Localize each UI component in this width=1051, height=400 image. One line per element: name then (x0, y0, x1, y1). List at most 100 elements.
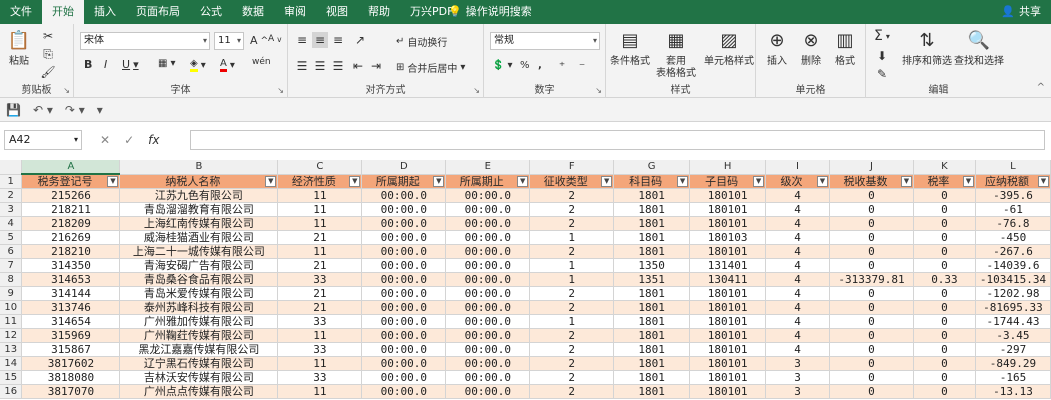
cell-L3[interactable]: -61 (975, 202, 1051, 217)
cell-J15[interactable]: 0 (829, 370, 914, 385)
cell-A15[interactable]: 3818080 (21, 370, 121, 385)
cell-J11[interactable]: 0 (829, 314, 914, 329)
launcher-icon[interactable]: ↘ (595, 86, 602, 95)
select-all-corner[interactable] (0, 160, 23, 175)
cell-K5[interactable]: 0 (913, 230, 976, 245)
header-cell[interactable]: 所属期止 ▼ (445, 174, 531, 189)
cell-F16[interactable]: 2 (529, 384, 615, 399)
cell-K3[interactable]: 0 (913, 202, 976, 217)
cell-G14[interactable]: 1801 (613, 356, 691, 371)
collapse-ribbon-icon[interactable]: ^ (1037, 82, 1045, 93)
cell-F6[interactable]: 2 (529, 244, 615, 259)
cell-I14[interactable]: 3 (765, 356, 830, 371)
filter-dropdown-icon[interactable]: ▼ (677, 175, 689, 187)
menu-tab-8[interactable]: 帮助 (358, 0, 400, 24)
cell-G12[interactable]: 1801 (613, 328, 691, 343)
customize-qat-icon[interactable]: ▾ (97, 103, 103, 117)
cell-D14[interactable]: 00:00.0 (361, 356, 447, 371)
cell-F8[interactable]: 1 (529, 272, 615, 287)
column-header-D[interactable]: D (361, 160, 447, 175)
cell-F14[interactable]: 2 (529, 356, 615, 371)
cell-D9[interactable]: 00:00.0 (361, 286, 447, 301)
cell-A16[interactable]: 3817070 (21, 384, 121, 399)
cell-B9[interactable]: 青岛米爱传媒有限公司 (119, 286, 279, 301)
paste-button[interactable]: 📋 粘贴 (6, 28, 32, 68)
redo-icon[interactable]: ↷ ▾ (65, 103, 85, 117)
cell-A4[interactable]: 218209 (21, 216, 121, 231)
cell-G16[interactable]: 1801 (613, 384, 691, 399)
conditional-format-button[interactable]: ▤ 条件格式 (610, 28, 650, 68)
align-top-icon[interactable]: ≡ (294, 32, 310, 48)
insert-function-button[interactable]: fx (148, 133, 159, 147)
cell-A7[interactable]: 314350 (21, 258, 121, 273)
cell-H8[interactable]: 130411 (689, 272, 767, 287)
header-cell[interactable]: 经济性质 ▼ (277, 174, 363, 189)
autosum-button[interactable]: Σ ▾ (874, 28, 890, 44)
cell-F5[interactable]: 1 (529, 230, 615, 245)
header-cell[interactable]: 税率 ▼ (913, 174, 976, 189)
cell-D10[interactable]: 00:00.0 (361, 300, 447, 315)
row-header[interactable]: 15 (0, 370, 23, 385)
cell-H15[interactable]: 180101 (689, 370, 767, 385)
column-header-J[interactable]: J (829, 160, 914, 175)
cell-C14[interactable]: 11 (277, 356, 363, 371)
cell-K8[interactable]: 0.33 (913, 272, 976, 287)
percent-button[interactable]: % (520, 60, 530, 71)
cell-D5[interactable]: 00:00.0 (361, 230, 447, 245)
cell-J16[interactable]: 0 (829, 384, 914, 399)
cell-E15[interactable]: 00:00.0 (445, 370, 531, 385)
cell-A13[interactable]: 315867 (21, 342, 121, 357)
row-header[interactable]: 9 (0, 286, 23, 301)
menu-tab-3[interactable]: 页面布局 (126, 0, 190, 24)
decrease-decimal-icon[interactable]: ⁻ (574, 58, 590, 74)
cell-C8[interactable]: 33 (277, 272, 363, 287)
header-cell[interactable]: 级次 ▼ (765, 174, 830, 189)
cell-C7[interactable]: 21 (277, 258, 363, 273)
cell-J13[interactable]: 0 (829, 342, 914, 357)
find-select-button[interactable]: 🔍 查找和选择 (954, 28, 1004, 68)
cancel-icon[interactable]: ✕ (100, 133, 110, 147)
formula-input[interactable] (190, 130, 1045, 150)
filter-dropdown-icon[interactable]: ▼ (433, 175, 445, 187)
format-painter-icon[interactable]: 🖌 (40, 64, 56, 80)
cell-K9[interactable]: 0 (913, 286, 976, 301)
cell-G6[interactable]: 1801 (613, 244, 691, 259)
cell-I15[interactable]: 3 (765, 370, 830, 385)
increase-decimal-icon[interactable]: ⁺ (554, 58, 570, 74)
italic-button[interactable]: I (104, 58, 107, 71)
cell-J2[interactable]: 0 (829, 188, 914, 203)
cell-I16[interactable]: 3 (765, 384, 830, 399)
shrink-font-button[interactable]: Av (268, 34, 282, 44)
cell-I11[interactable]: 4 (765, 314, 830, 329)
cell-B2[interactable]: 江苏九色有限公司 (119, 188, 279, 203)
cell-H4[interactable]: 180101 (689, 216, 767, 231)
cell-K14[interactable]: 0 (913, 356, 976, 371)
font-name-select[interactable]: 宋体 ▾ (80, 32, 210, 50)
cell-B7[interactable]: 青海安碣广告有限公司 (119, 258, 279, 273)
increase-indent-icon[interactable]: ⇥ (368, 58, 384, 74)
cell-B12[interactable]: 广州鞠荭传媒有限公司 (119, 328, 279, 343)
cell-I6[interactable]: 4 (765, 244, 830, 259)
cell-H5[interactable]: 180103 (689, 230, 767, 245)
cell-A3[interactable]: 218211 (21, 202, 121, 217)
header-cell[interactable]: 应纳税额 ▼ (975, 174, 1051, 189)
row-header[interactable]: 8 (0, 272, 23, 287)
underline-button[interactable]: U ▾ (122, 58, 139, 71)
cell-L2[interactable]: -395.6 (975, 188, 1051, 203)
cell-L9[interactable]: -1202.98 (975, 286, 1051, 301)
name-box[interactable]: A42 ▾ (4, 130, 82, 150)
cell-I12[interactable]: 4 (765, 328, 830, 343)
column-header-E[interactable]: E (445, 160, 531, 175)
cell-K13[interactable]: 0 (913, 342, 976, 357)
cell-K6[interactable]: 0 (913, 244, 976, 259)
cell-B5[interactable]: 威海桂猫酒业有限公司 (119, 230, 279, 245)
font-color-button[interactable]: A ▾ (220, 58, 235, 72)
cell-J7[interactable]: 0 (829, 258, 914, 273)
cell-I9[interactable]: 4 (765, 286, 830, 301)
cell-K10[interactable]: 0 (913, 300, 976, 315)
row-header[interactable]: 16 (0, 384, 23, 399)
cell-F11[interactable]: 1 (529, 314, 615, 329)
column-header-K[interactable]: K (913, 160, 976, 175)
cell-C4[interactable]: 11 (277, 216, 363, 231)
row-header[interactable]: 1 (0, 174, 23, 189)
